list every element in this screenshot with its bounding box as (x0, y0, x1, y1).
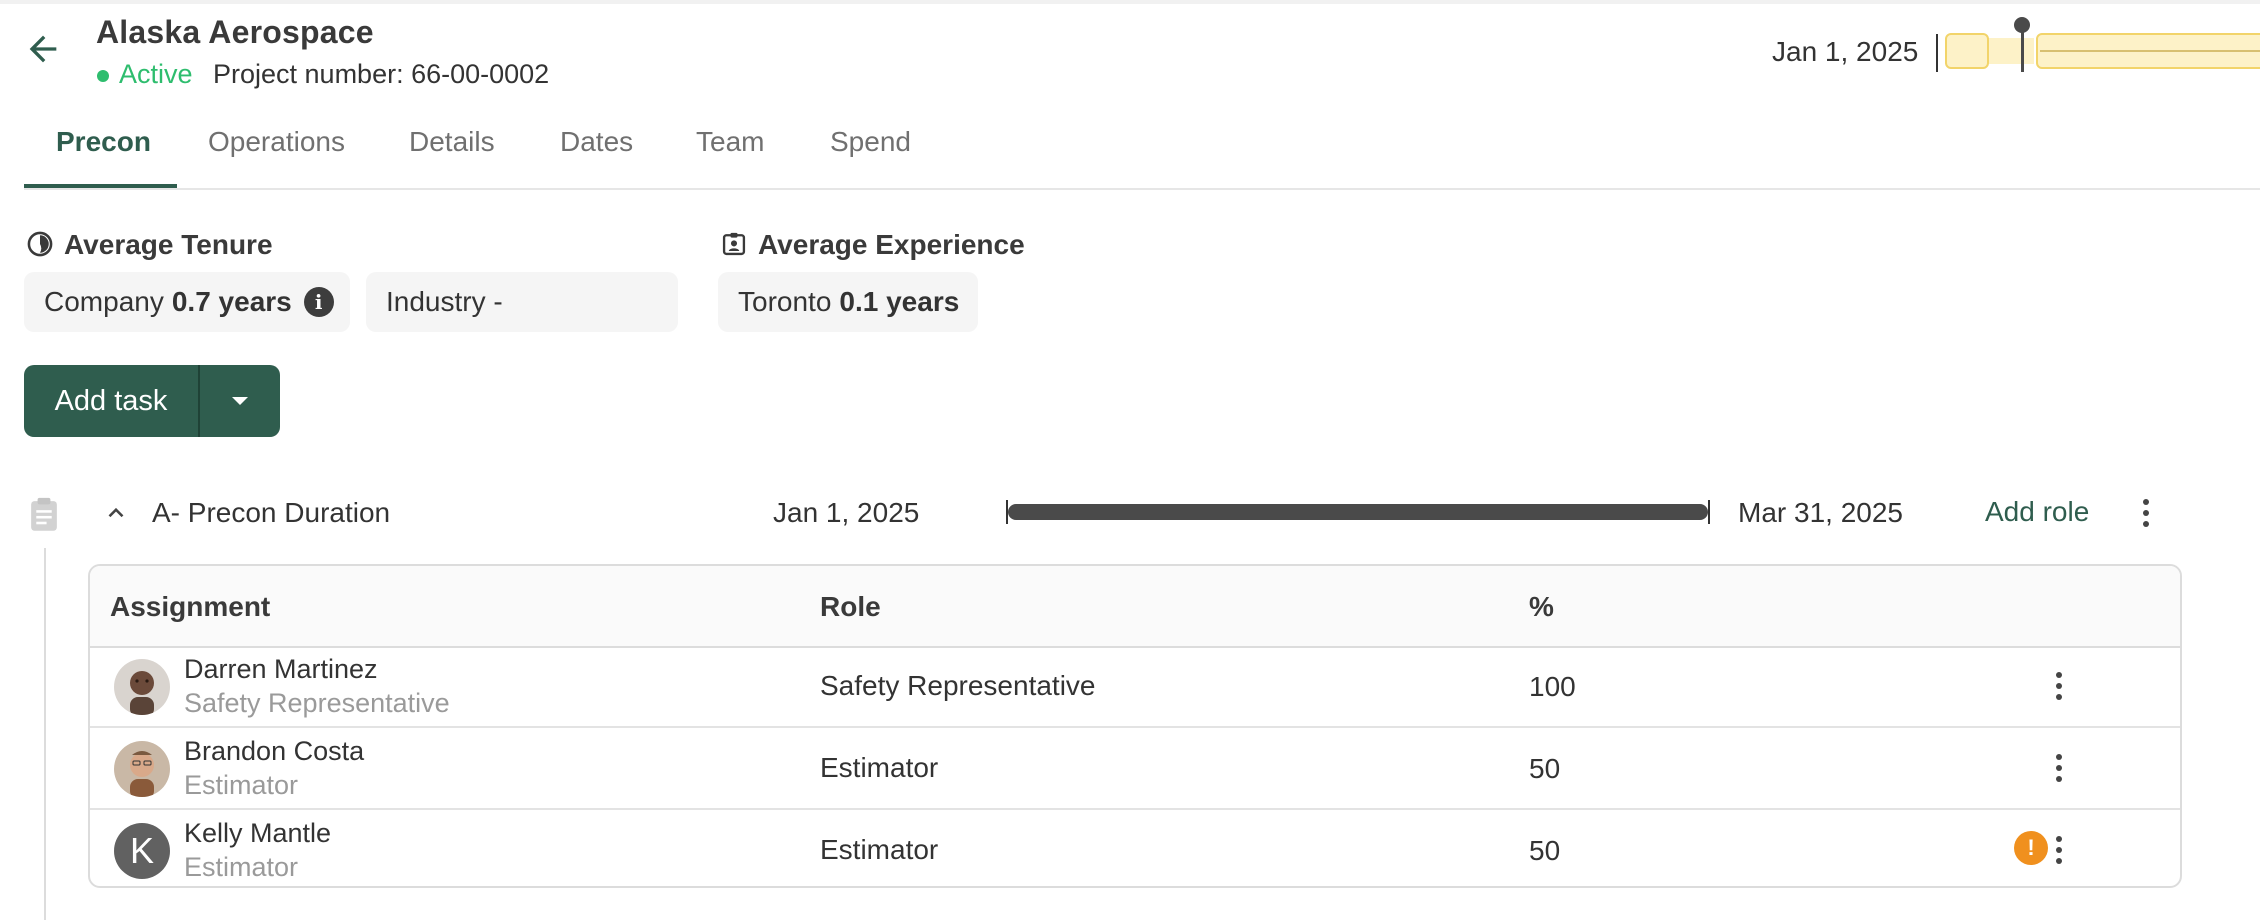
tab-spend[interactable]: Spend (830, 126, 911, 158)
header-percent: % (1529, 591, 1554, 622)
tabs-divider (24, 188, 2260, 190)
task-bar-end-tick (1708, 500, 1710, 524)
avatar (114, 741, 170, 797)
average-experience-label: Average Experience (758, 229, 1025, 260)
timeline-today-dot (2014, 17, 2030, 33)
tree-connector-line (44, 548, 46, 920)
table-row[interactable]: K Kelly Mantle Estimator Estimator 50 ! (90, 810, 2180, 886)
timeline-gap-fill (1989, 38, 2034, 64)
percent-cell[interactable]: 100 (1529, 671, 1576, 703)
task-name: A- Precon Duration (152, 497, 391, 528)
project-title: Alaska Aerospace (96, 14, 374, 50)
person-subtitle: Safety Representative (184, 688, 450, 718)
role-cell[interactable]: Estimator (820, 834, 938, 866)
company-label: Company (44, 286, 164, 317)
status-badge: Active (119, 59, 193, 89)
top-border (0, 0, 2260, 4)
project-number: Project number: 66-00-0002 (213, 59, 550, 89)
timeline-bar-precon[interactable] (1945, 33, 1989, 69)
more-vert-icon[interactable] (2044, 830, 2074, 870)
role-cell[interactable]: Estimator (820, 752, 938, 784)
percent-cell[interactable]: 50 (1529, 753, 1560, 785)
status-dot (97, 70, 109, 82)
average-tenure-label: Average Tenure (64, 229, 273, 260)
tab-operations[interactable]: Operations (208, 126, 345, 158)
timeline-start-tick (1936, 34, 1938, 72)
avatar (114, 659, 170, 715)
arrow-left-icon (29, 35, 57, 63)
person-name[interactable]: Kelly Mantle (184, 818, 331, 849)
person-name[interactable]: Brandon Costa (184, 736, 364, 767)
task-start-date: Jan 1, 2025 (773, 497, 920, 528)
percent-cell[interactable]: 50 (1529, 835, 1560, 867)
more-vert-icon[interactable] (2131, 493, 2161, 533)
task-end-date: Mar 31, 2025 (1738, 497, 1903, 528)
tab-precon[interactable]: Precon (56, 126, 151, 158)
location-label: Toronto (738, 286, 832, 317)
info-icon[interactable]: i (303, 287, 334, 317)
table-header: Assignment Role % (90, 566, 2180, 648)
assignment-table: Assignment Role % Darren Martinez Safety… (88, 564, 2182, 888)
warning-icon[interactable]: ! (2014, 831, 2048, 865)
timeline-date: Jan 1, 2025 (1772, 36, 1919, 67)
tab-team[interactable]: Team (696, 126, 764, 158)
pie-chart-icon (26, 230, 54, 263)
caret-down-icon (232, 397, 248, 405)
tab-details[interactable]: Details (409, 126, 495, 158)
company-tenure-chip: Company 0.7 years i (24, 272, 350, 332)
add-role-button[interactable]: Add role (1985, 496, 2089, 528)
table-row[interactable]: Brandon Costa Estimator Estimator 50 (90, 728, 2180, 810)
add-task-dropdown-button[interactable] (200, 365, 280, 437)
badge-icon (720, 230, 748, 263)
add-task-button[interactable]: Add task (24, 365, 198, 437)
location-experience-chip: Toronto 0.1 years (718, 272, 978, 332)
chevron-up-icon[interactable] (103, 500, 129, 531)
add-task-split-button: Add task (24, 365, 280, 437)
industry-tenure-chip: Industry - (366, 272, 678, 332)
location-experience-value: 0.1 years (839, 286, 960, 317)
task-duration-bar[interactable] (1008, 504, 1708, 520)
role-cell[interactable]: Safety Representative (820, 670, 1096, 702)
more-vert-icon[interactable] (2044, 666, 2074, 706)
person-subtitle: Estimator (184, 770, 299, 800)
tab-dates[interactable]: Dates (560, 126, 633, 158)
person-name[interactable]: Darren Martinez (184, 654, 378, 685)
header-assignment: Assignment (110, 591, 271, 622)
person-subtitle: Estimator (184, 852, 299, 882)
header-role: Role (820, 591, 881, 622)
avatar: K (114, 823, 170, 879)
clipboard-icon (28, 496, 60, 537)
timeline-bar-line (2040, 50, 2260, 52)
more-vert-icon[interactable] (2044, 748, 2074, 788)
table-row[interactable]: Darren Martinez Safety Representative Sa… (90, 646, 2180, 728)
back-button[interactable] (18, 26, 68, 72)
industry-label: Industry - (386, 286, 503, 317)
company-tenure-value: 0.7 years (171, 286, 292, 317)
